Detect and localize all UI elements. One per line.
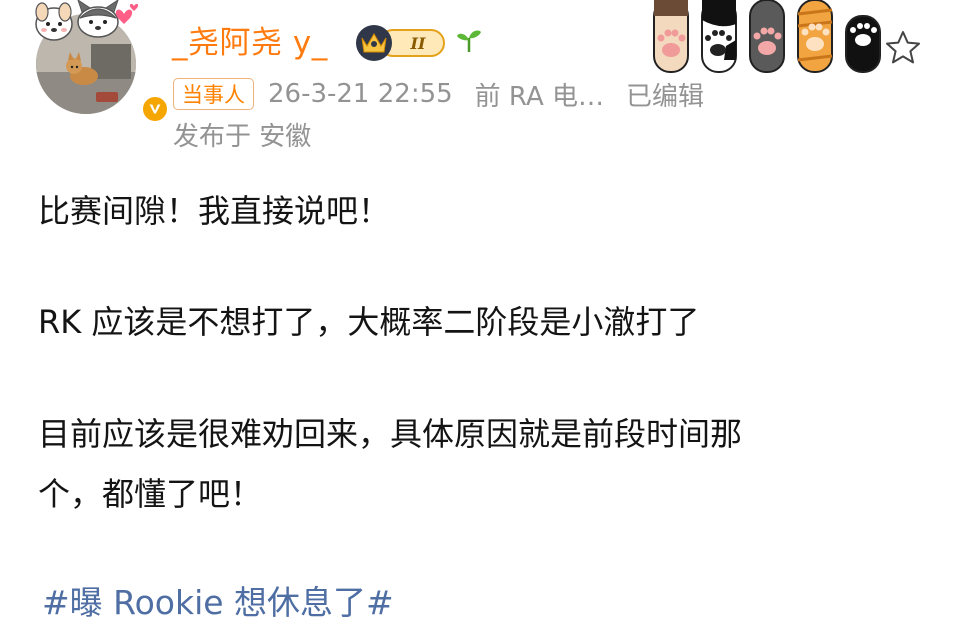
post-paragraph-3-line-1: 目前应该是很难劝回来，具体原因就是前段时间那 <box>38 415 743 453</box>
post-paragraph-3-line-2: 个，都懂了吧！ <box>38 475 263 513</box>
weibo-post: _尧阿尧 y_ II 当事人 26-3-21 22:55 前 RA 电… 已编辑… <box>0 0 960 641</box>
star-outline-icon[interactable] <box>883 28 923 68</box>
verified-v-icon <box>149 104 161 114</box>
post-location: 发布于 安徽 <box>173 122 312 152</box>
post-meta: 当事人 26-3-21 22:55 前 RA 电… 已编辑 <box>173 76 704 112</box>
verified-badge <box>140 94 170 124</box>
dog-sticker-icon <box>35 0 139 41</box>
post-timestamp[interactable]: 26-3-21 22:55 <box>268 79 453 109</box>
avatar-container[interactable] <box>35 0 170 124</box>
crown-vip-badge[interactable]: II <box>352 22 448 62</box>
hashtag-link[interactable]: #曝 Rookie 想休息了# <box>42 578 394 628</box>
sprout-icon <box>457 30 481 52</box>
username-link[interactable]: _尧阿尧 y_ <box>172 20 328 66</box>
post-paragraph-2: RK 应该是不想打了，大概率二阶段是小澈打了 <box>38 303 700 341</box>
post-source[interactable]: 前 RA 电… <box>475 76 604 113</box>
post-paragraph-1: 比赛间隙！我直接说吧！ <box>38 192 391 230</box>
vip-level-text: II <box>410 34 426 53</box>
cat-paws-decoration <box>653 0 881 73</box>
edited-label[interactable]: 已编辑 <box>626 76 704 113</box>
role-tag: 当事人 <box>173 78 254 110</box>
